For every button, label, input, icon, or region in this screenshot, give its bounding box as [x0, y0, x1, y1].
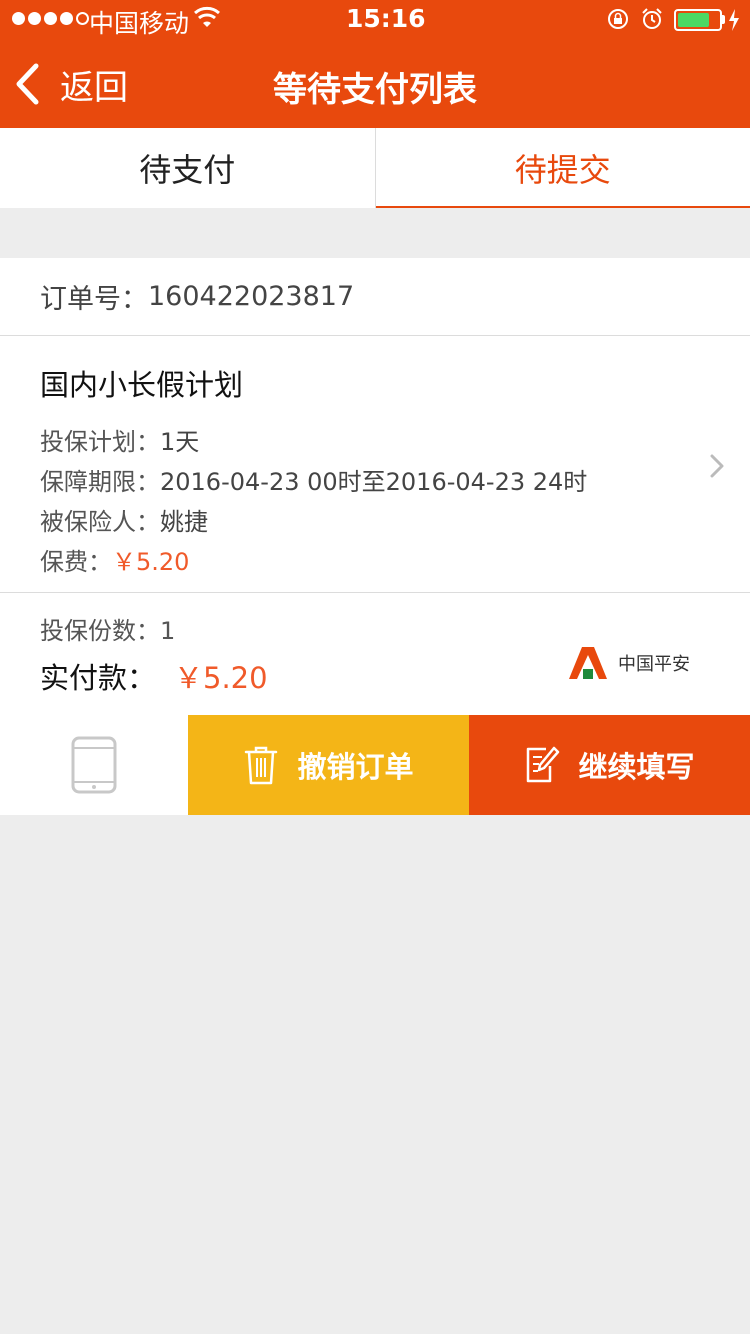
- order-actions: 撤销订单 继续填写: [0, 715, 750, 815]
- charging-bolt-icon: [729, 9, 739, 31]
- quantity-label: 投保份数：: [40, 617, 160, 645]
- app-header: 中国移动 15:16 返回 等待支付列表: [0, 0, 750, 128]
- battery-cap: [722, 15, 725, 24]
- plan-row: 投保计划：1天: [40, 422, 710, 462]
- order-detail[interactable]: 国内小长假计划 投保计划：1天 保障期限：2016-04-23 00时至2016…: [0, 336, 750, 593]
- order-number: 160422023817: [148, 281, 355, 312]
- premium-label: 保费：: [40, 548, 112, 576]
- signal-strength-icon: [12, 12, 89, 25]
- carrier-name: 中国移动: [89, 9, 190, 38]
- paid-amount: ￥5.20: [174, 661, 268, 695]
- paid-label: 实付款：: [40, 661, 157, 695]
- quantity-value: 1: [160, 617, 176, 645]
- order-number-row: 订单号： 160422023817: [0, 258, 750, 336]
- order-status-tabs: 待支付 待提交: [0, 128, 750, 208]
- continue-filling-button[interactable]: 继续填写: [469, 715, 750, 815]
- cancel-order-button[interactable]: 撤销订单: [188, 715, 469, 815]
- page-title: 等待支付列表: [273, 70, 477, 110]
- tablet-icon: [71, 736, 117, 794]
- insurer-name: 中国平安: [618, 654, 690, 675]
- alarm-icon: [642, 8, 662, 29]
- insured-label: 被保险人：: [40, 508, 160, 536]
- period-value: 2016-04-23 00时至2016-04-23 24时: [160, 468, 588, 496]
- product-name: 国内小长假计划: [40, 368, 244, 402]
- insurer-brand: 中国平安: [568, 645, 690, 681]
- battery-icon: [674, 9, 722, 31]
- insured-row: 被保险人：姚捷: [40, 502, 710, 542]
- trash-icon: [245, 746, 278, 785]
- premium-row: 保费：￥5.20: [40, 542, 710, 582]
- wifi-icon: [194, 6, 220, 27]
- edit-icon: [527, 746, 560, 783]
- period-row: 保障期限：2016-04-23 00时至2016-04-23 24时: [40, 462, 710, 502]
- status-time: 15:16: [346, 4, 426, 33]
- chevron-right-icon: [710, 454, 724, 478]
- order-summary: 投保份数：1 实付款： ￥5.20 中国平安: [0, 593, 750, 715]
- insured-value: 姚捷: [160, 508, 208, 536]
- status-bar: 中国移动 15:16: [0, 0, 750, 40]
- device-button[interactable]: [0, 715, 188, 815]
- tab-pending-submission[interactable]: 待提交: [375, 128, 750, 208]
- rotation-lock-icon: [608, 9, 628, 29]
- continue-filling-label: 继续填写: [578, 750, 695, 784]
- ping-an-logo: [569, 647, 607, 679]
- premium-value: ￥5.20: [112, 548, 190, 576]
- tab-pending-payment[interactable]: 待支付: [0, 128, 376, 208]
- period-label: 保障期限：: [40, 468, 160, 496]
- cancel-order-label: 撤销订单: [297, 750, 414, 784]
- plan-label: 投保计划：: [40, 428, 160, 456]
- plan-value: 1天: [160, 428, 200, 456]
- quantity-row: 投保份数：1: [40, 615, 710, 647]
- order-number-label: 订单号：: [40, 284, 148, 315]
